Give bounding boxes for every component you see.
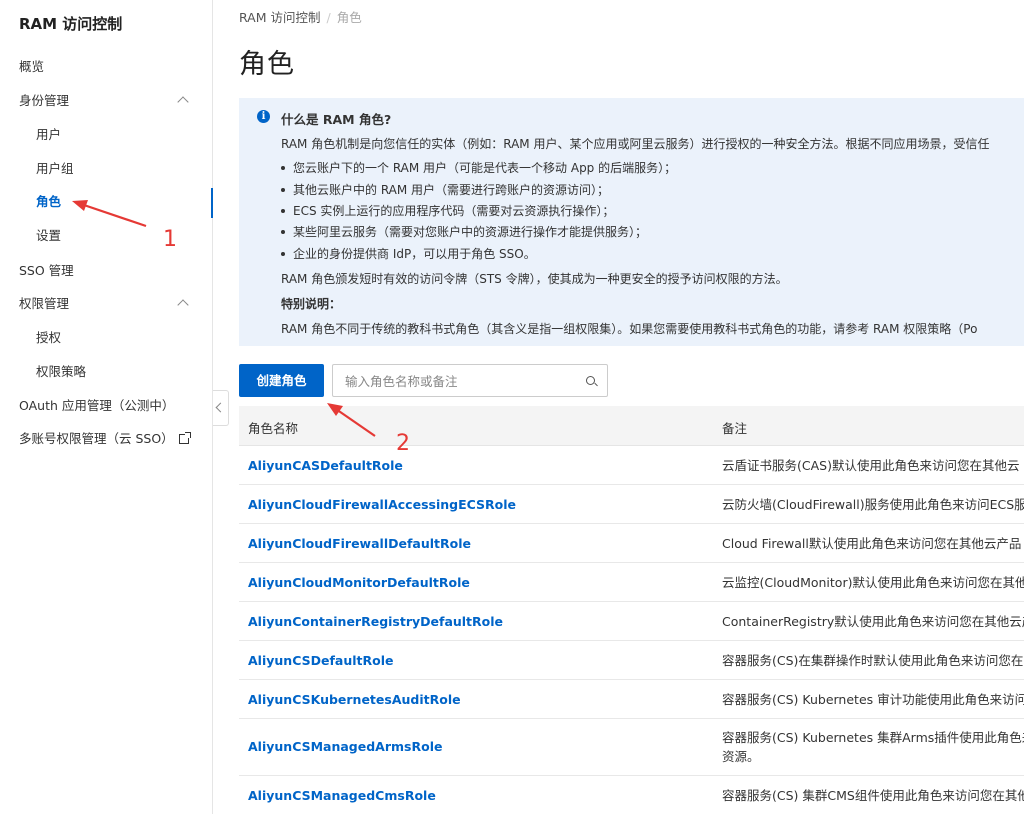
- sidebar-item-label: OAuth 应用管理（公测中）: [19, 398, 175, 413]
- sidebar-item-settings[interactable]: 设置: [0, 221, 213, 251]
- chevron-left-icon: [215, 402, 226, 413]
- info-bullet: 企业的身份提供商 IdP，可以用于角色 SSO。: [281, 247, 536, 261]
- role-note: 云防火墙(CloudFirewall)服务使用此角色来访问ECS服: [722, 497, 1024, 512]
- role-name-link[interactable]: AliyunCloudFirewallDefaultRole: [248, 536, 471, 551]
- role-name-link[interactable]: AliyunContainerRegistryDefaultRole: [248, 614, 503, 629]
- annotation-label-1: 1: [163, 227, 177, 252]
- sidebar-item-label: SSO 管理: [19, 263, 74, 278]
- breadcrumb-root[interactable]: RAM 访问控制: [239, 10, 321, 25]
- breadcrumb: RAM 访问控制 / 角色: [239, 7, 362, 26]
- sidebar-item-cloud-sso[interactable]: 多账号权限管理（云 SSO）: [0, 424, 213, 454]
- breadcrumb-separator: /: [326, 10, 331, 25]
- role-name-link[interactable]: AliyunCSDefaultRole: [248, 653, 393, 668]
- table-header: 角色名称 备注: [239, 406, 1024, 446]
- table-row: AliyunCSManagedArmsRole 容器服务(CS) Kuberne…: [239, 719, 1024, 776]
- role-note: 容器服务(CS)在集群操作时默认使用此角色来访问您在: [722, 653, 1024, 668]
- role-note: 云盾证书服务(CAS)默认使用此角色来访问您在其他云: [722, 458, 1020, 473]
- sidebar-item-policies[interactable]: 权限策略: [0, 357, 213, 387]
- sidebar-item-roles[interactable]: 角色: [0, 187, 213, 218]
- sidebar-item-user-groups[interactable]: 用户组: [0, 154, 213, 184]
- role-note: ContainerRegistry默认使用此角色来访问您在其他云产: [722, 614, 1024, 629]
- column-header-name: 角色名称: [248, 421, 299, 436]
- info-title: 什么是 RAM 角色?: [281, 112, 392, 127]
- info-special-title: 特别说明：: [281, 297, 342, 311]
- sidebar-item-grants[interactable]: 授权: [0, 323, 213, 353]
- role-note: 云监控(CloudMonitor)默认使用此角色来访问您在其他: [722, 575, 1024, 590]
- sidebar-item-label: 用户: [36, 127, 62, 142]
- sidebar-item-label: 身份管理: [19, 93, 70, 108]
- info-panel: i 什么是 RAM 角色? RAM 角色机制是向您信任的实体（例如：RAM 用户…: [239, 98, 1024, 346]
- sidebar-item-label: 权限策略: [36, 364, 87, 379]
- create-role-button[interactable]: 创建角色: [239, 364, 324, 397]
- sidebar-item-label: 设置: [36, 228, 62, 243]
- external-link-icon: [178, 432, 191, 444]
- sidebar-item-sso[interactable]: SSO 管理: [0, 256, 213, 286]
- sidebar: RAM 访问控制 概览 身份管理 用户 用户组 角色 设置 SSO 管理 权限管…: [0, 0, 213, 814]
- role-name-link[interactable]: AliyunCSManagedCmsRole: [248, 788, 436, 803]
- search-icon[interactable]: [586, 376, 595, 385]
- sidebar-title: RAM 访问控制: [19, 15, 123, 33]
- role-name-link[interactable]: AliyunCSManagedArmsRole: [248, 739, 442, 754]
- sidebar-item-label-wrap: 多账号权限管理（云 SSO）: [19, 424, 191, 454]
- chevron-up-icon[interactable]: [177, 96, 189, 108]
- table-row: AliyunCSDefaultRole 容器服务(CS)在集群操作时默认使用此角…: [239, 641, 1024, 680]
- sidebar-item-label: 角色: [36, 194, 62, 209]
- role-note: 容器服务(CS) 集群CMS组件使用此角色来访问您在其他: [722, 788, 1024, 803]
- sidebar-collapse-button[interactable]: [213, 390, 229, 426]
- info-icon: i: [257, 110, 270, 123]
- breadcrumb-current: 角色: [336, 10, 362, 25]
- sidebar-item-label: 用户组: [36, 161, 74, 176]
- search-box: [332, 364, 608, 397]
- role-note: Cloud Firewall默认使用此角色来访问您在其他云产品: [722, 536, 1022, 551]
- table-row: AliyunCSManagedCmsRole 容器服务(CS) 集群CMS组件使…: [239, 776, 1024, 814]
- role-note-continued: 资源。: [722, 749, 760, 764]
- info-intro: RAM 角色机制是向您信任的实体（例如：RAM 用户、某个应用或阿里云服务）进行…: [281, 137, 990, 151]
- sidebar-item-users[interactable]: 用户: [0, 120, 213, 150]
- info-special-text: RAM 角色不同于传统的教科书式角色（其含义是指一组权限集）。如果您需要使用教科…: [281, 322, 978, 336]
- search-input[interactable]: [345, 372, 575, 390]
- chevron-up-icon[interactable]: [177, 299, 189, 311]
- table-row: AliyunCloudFirewallDefaultRole Cloud Fir…: [239, 524, 1024, 563]
- table-row: AliyunCloudMonitorDefaultRole 云监控(CloudM…: [239, 563, 1024, 602]
- sidebar-item-label: 授权: [36, 330, 62, 345]
- role-name-link[interactable]: AliyunCASDefaultRole: [248, 458, 403, 473]
- role-note: 容器服务(CS) Kubernetes 集群Arms插件使用此角色来: [722, 730, 1024, 745]
- info-bullet: ECS 实例上运行的应用程序代码（需要对云资源执行操作）；: [280, 204, 615, 218]
- table-row: AliyunCloudFirewallAccessingECSRole 云防火墙…: [239, 485, 1024, 524]
- info-bullet: 其他云账户中的 RAM 用户（需要进行跨账户的资源访问）；: [280, 183, 610, 197]
- sidebar-group-permissions[interactable]: 权限管理: [0, 289, 213, 319]
- sidebar-item-overview[interactable]: 概览: [0, 52, 213, 82]
- sidebar-item-label: 权限管理: [19, 296, 70, 311]
- page-title: 角色: [239, 49, 295, 80]
- role-name-link[interactable]: AliyunCloudFirewallAccessingECSRole: [248, 497, 516, 512]
- roles-table: 角色名称 备注 AliyunCASDefaultRole 云盾证书服务(CAS)…: [239, 406, 1024, 814]
- role-note: 容器服务(CS) Kubernetes 审计功能使用此角色来访问: [722, 692, 1024, 707]
- table-row: AliyunCASDefaultRole 云盾证书服务(CAS)默认使用此角色来…: [239, 446, 1024, 485]
- column-header-note: 备注: [722, 421, 748, 436]
- sidebar-item-oauth[interactable]: OAuth 应用管理（公测中）: [0, 391, 213, 421]
- role-name-link[interactable]: AliyunCSKubernetesAuditRole: [248, 692, 461, 707]
- sidebar-item-label: 多账号权限管理（云 SSO）: [19, 431, 174, 446]
- table-row: AliyunCSKubernetesAuditRole 容器服务(CS) Kub…: [239, 680, 1024, 719]
- table-row: AliyunContainerRegistryDefaultRole Conta…: [239, 602, 1024, 641]
- info-sts-line: RAM 角色颁发短时有效的访问令牌（STS 令牌），使其成为一种更安全的授予访问…: [281, 272, 788, 286]
- annotation-label-2: 2: [396, 431, 410, 456]
- sidebar-group-identity[interactable]: 身份管理: [0, 86, 213, 116]
- sidebar-item-label: 概览: [19, 59, 45, 74]
- role-name-link[interactable]: AliyunCloudMonitorDefaultRole: [248, 575, 470, 590]
- info-bullet: 您云账户下的一个 RAM 用户（可能是代表一个移动 App 的后端服务）；: [280, 161, 677, 175]
- info-bullet: 某些阿里云服务（需要对您账户中的资源进行操作才能提供服务）；: [280, 225, 648, 239]
